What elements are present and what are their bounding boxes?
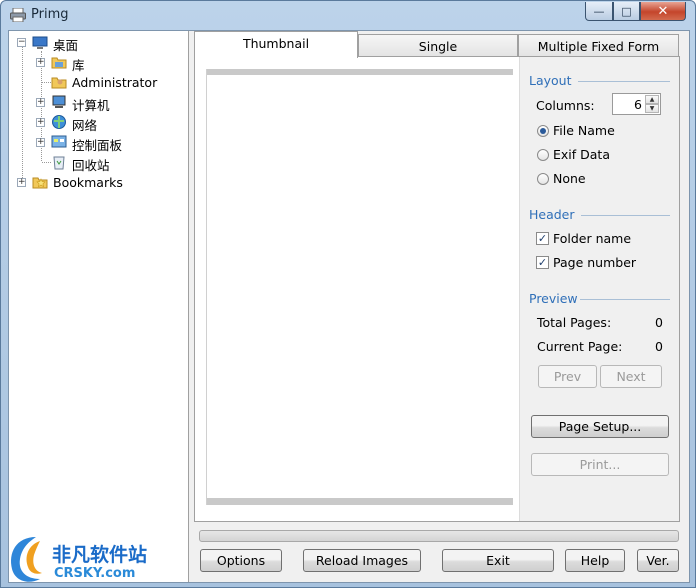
options-button[interactable]: Options [200, 549, 282, 572]
layout-group-title: Layout [529, 73, 572, 88]
collapse-icon[interactable]: − [17, 38, 26, 47]
tree-node-computer[interactable]: + 计算机 [9, 92, 189, 113]
tree-label: Bookmarks [53, 175, 123, 190]
window-title: Primg [31, 7, 69, 22]
settings-sidebar: Layout Columns: File Name Exif Data None… [519, 57, 679, 521]
exif-data-label: Exif Data [553, 147, 610, 162]
next-button[interactable]: Next [600, 365, 662, 388]
library-folder-icon [51, 57, 67, 69]
none-label: None [553, 171, 586, 186]
current-page-value: 0 [655, 339, 663, 354]
tree-guide [42, 162, 51, 163]
network-globe-icon [52, 115, 66, 129]
watermark-text-en: CRSKY.com [54, 566, 136, 581]
tab-single[interactable]: Single [358, 34, 518, 58]
tree-node-network[interactable]: + 网络 [9, 112, 189, 133]
desktop-icon [32, 36, 48, 49]
exif-data-radio[interactable] [537, 149, 549, 161]
expand-icon[interactable]: + [36, 58, 45, 67]
title-bar: Primg — □ ✕ [1, 1, 695, 30]
close-button[interactable]: ✕ [640, 2, 686, 21]
bookmark-folder-icon [32, 177, 48, 189]
columns-value: 6 [634, 97, 642, 112]
recycle-bin-icon [53, 156, 65, 170]
current-page-label: Current Page: [537, 339, 623, 354]
help-button[interactable]: Help [565, 549, 625, 572]
expand-icon[interactable]: + [36, 138, 45, 147]
group-divider [580, 299, 670, 300]
header-group-title: Header [529, 207, 575, 222]
folder-name-checkbox[interactable]: ✓ [536, 232, 549, 245]
version-button[interactable]: Ver. [637, 549, 679, 572]
tree-node-recycle-bin[interactable]: 回收站 [9, 152, 189, 173]
maximize-button[interactable]: □ [613, 2, 640, 21]
group-divider [578, 81, 670, 82]
prev-button[interactable]: Prev [538, 365, 597, 388]
user-folder-icon [51, 77, 67, 89]
watermark-text-cn: 非凡软件站 [52, 544, 148, 566]
print-button[interactable]: Print... [531, 453, 669, 476]
printer-icon [10, 8, 26, 22]
site-watermark: 非凡软件站 CRSKY.com [0, 528, 160, 588]
spin-up-icon[interactable]: ▲ [645, 95, 659, 104]
expand-icon[interactable]: + [36, 98, 45, 107]
tree-node-control-panel[interactable]: + 控制面板 [9, 132, 189, 153]
page-number-checkbox[interactable]: ✓ [536, 256, 549, 269]
none-radio[interactable] [537, 173, 549, 185]
columns-spinbox[interactable]: 6 ▲ ▼ [612, 93, 661, 115]
reload-images-button[interactable]: Reload Images [303, 549, 421, 572]
minimize-button[interactable]: — [585, 2, 613, 21]
file-name-radio[interactable] [537, 125, 549, 137]
page-number-label: Page number [553, 255, 637, 270]
tree-node-bookmarks[interactable]: + Bookmarks [9, 172, 189, 192]
folder-name-label: Folder name [553, 231, 632, 246]
tab-multiple-fixed-form[interactable]: Multiple Fixed Form [518, 34, 679, 58]
preview-top-edge [207, 69, 513, 75]
page-setup-button[interactable]: Page Setup... [531, 415, 669, 438]
tab-thumbnail[interactable]: Thumbnail [194, 31, 358, 58]
expand-icon[interactable]: + [17, 178, 26, 187]
control-panel-icon [51, 135, 67, 148]
preview-group-title: Preview [529, 291, 578, 306]
tree-guide [42, 82, 51, 83]
total-pages-value: 0 [655, 315, 663, 330]
thumbnail-preview-area[interactable] [206, 69, 513, 505]
thumbnail-panel: Layout Columns: File Name Exif Data None… [194, 56, 680, 522]
client-area: − 桌面 + 库 Administrator + 计算机 + 网络 + 控制面板… [8, 30, 690, 583]
spin-down-icon[interactable]: ▼ [645, 104, 659, 113]
preview-bottom-edge [207, 498, 513, 505]
expand-icon[interactable]: + [36, 118, 45, 127]
computer-icon [52, 95, 66, 108]
app-window: Primg — □ ✕ − 桌面 + 库 Administrator + 计算机… [0, 0, 696, 588]
columns-label: Columns: [536, 98, 595, 113]
file-name-label: File Name [553, 123, 615, 138]
group-divider [581, 215, 670, 216]
progress-bar [199, 530, 679, 542]
tree-node-desktop[interactable]: − 桌面 [9, 32, 189, 53]
exit-button[interactable]: Exit [442, 549, 554, 572]
tree-node-library[interactable]: + 库 [9, 52, 189, 73]
crsky-logo-icon [11, 537, 42, 582]
tree-node-administrator[interactable]: Administrator [9, 72, 189, 92]
folder-tree[interactable]: − 桌面 + 库 Administrator + 计算机 + 网络 + 控制面板… [9, 31, 189, 582]
tree-label: Administrator [72, 75, 158, 90]
total-pages-label: Total Pages: [537, 315, 612, 330]
